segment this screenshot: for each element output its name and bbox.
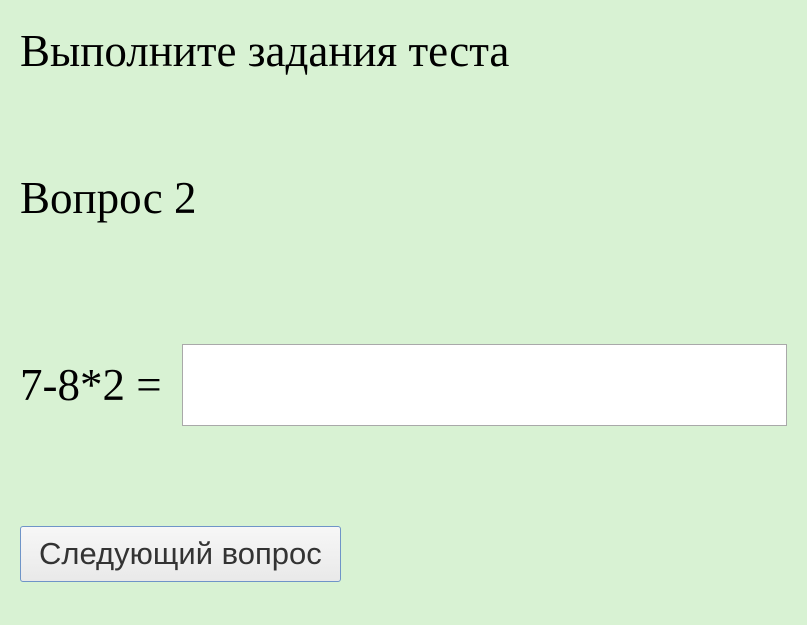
question-row: 7-8*2 = [20, 344, 787, 426]
instruction-text: Выполните задания теста [20, 25, 787, 77]
next-question-button[interactable]: Следующий вопрос [20, 526, 341, 582]
question-label: Вопрос 2 [20, 172, 787, 224]
expression-text: 7-8*2 = [20, 359, 162, 411]
answer-input[interactable] [182, 344, 787, 426]
